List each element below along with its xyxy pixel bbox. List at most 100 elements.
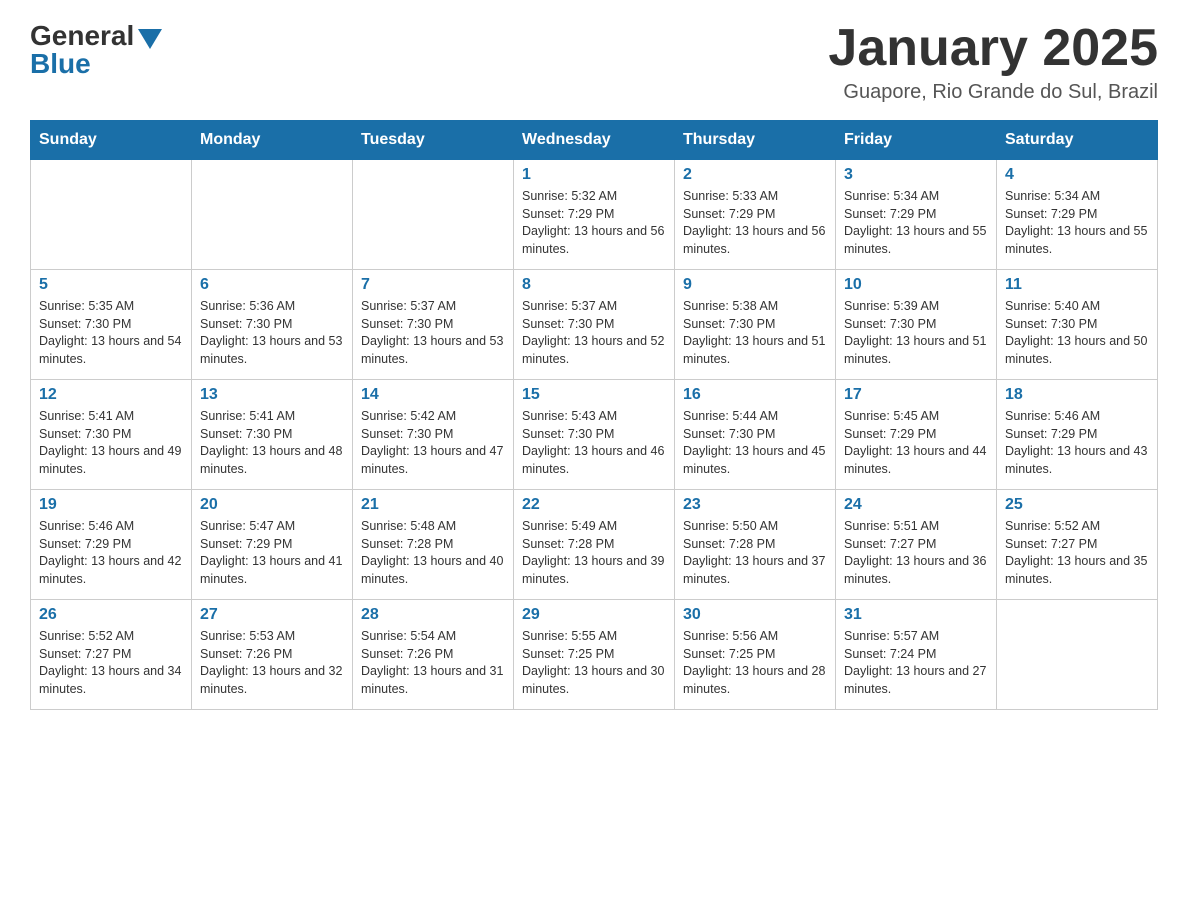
col-thursday: Thursday	[675, 121, 836, 160]
day-cell	[997, 600, 1158, 710]
day-info: Sunrise: 5:49 AMSunset: 7:28 PMDaylight:…	[522, 518, 666, 588]
day-cell: 22 Sunrise: 5:49 AMSunset: 7:28 PMDayligh…	[514, 490, 675, 600]
day-number: 14	[361, 386, 505, 404]
day-cell: 11 Sunrise: 5:40 AMSunset: 7:30 PMDayligh…	[997, 270, 1158, 380]
day-cell: 25 Sunrise: 5:52 AMSunset: 7:27 PMDayligh…	[997, 490, 1158, 600]
day-info: Sunrise: 5:40 AMSunset: 7:30 PMDaylight:…	[1005, 298, 1149, 368]
day-info: Sunrise: 5:57 AMSunset: 7:24 PMDaylight:…	[844, 628, 988, 698]
day-info: Sunrise: 5:39 AMSunset: 7:30 PMDaylight:…	[844, 298, 988, 368]
day-info: Sunrise: 5:52 AMSunset: 7:27 PMDaylight:…	[1005, 518, 1149, 588]
day-cell	[353, 160, 514, 270]
day-cell: 2 Sunrise: 5:33 AMSunset: 7:29 PMDaylight…	[675, 160, 836, 270]
col-monday: Monday	[192, 121, 353, 160]
day-number: 5	[39, 276, 183, 294]
day-info: Sunrise: 5:45 AMSunset: 7:29 PMDaylight:…	[844, 408, 988, 478]
day-info: Sunrise: 5:50 AMSunset: 7:28 PMDaylight:…	[683, 518, 827, 588]
day-cell: 6Sunrise: 5:36 AMSunset: 7:30 PMDaylight…	[192, 270, 353, 380]
day-cell	[192, 160, 353, 270]
day-cell: 24 Sunrise: 5:51 AMSunset: 7:27 PMDayligh…	[836, 490, 997, 600]
day-info: Sunrise: 5:53 AMSunset: 7:26 PMDaylight:…	[200, 628, 344, 698]
week-row-5: 26Sunrise: 5:52 AMSunset: 7:27 PMDayligh…	[31, 600, 1158, 710]
day-cell: 14 Sunrise: 5:42 AMSunset: 7:30 PMDayligh…	[353, 380, 514, 490]
day-info: Sunrise: 5:38 AMSunset: 7:30 PMDaylight:…	[683, 298, 827, 368]
day-info: Sunrise: 5:47 AMSunset: 7:29 PMDaylight:…	[200, 518, 344, 588]
day-number: 9	[683, 276, 827, 294]
day-cell: 31 Sunrise: 5:57 AMSunset: 7:24 PMDayligh…	[836, 600, 997, 710]
day-cell: 15Sunrise: 5:43 AMSunset: 7:30 PMDayligh…	[514, 380, 675, 490]
day-number: 12	[39, 386, 183, 404]
day-info: Sunrise: 5:51 AMSunset: 7:27 PMDaylight:…	[844, 518, 988, 588]
day-info: Sunrise: 5:55 AMSunset: 7:25 PMDaylight:…	[522, 628, 666, 698]
day-number: 19	[39, 496, 183, 514]
day-number: 11	[1005, 276, 1149, 294]
day-cell: 1Sunrise: 5:32 AMSunset: 7:29 PMDaylight…	[514, 160, 675, 270]
day-cell	[31, 160, 192, 270]
day-number: 24	[844, 496, 988, 514]
month-title: January 2025	[828, 20, 1158, 77]
day-info: Sunrise: 5:34 AMSunset: 7:29 PMDaylight:…	[844, 188, 988, 258]
day-number: 29	[522, 606, 666, 624]
day-cell: 5 Sunrise: 5:35 AMSunset: 7:30 PMDaylight…	[31, 270, 192, 380]
day-cell: 21 Sunrise: 5:48 AMSunset: 7:28 PMDayligh…	[353, 490, 514, 600]
day-number: 26	[39, 606, 183, 624]
day-number: 1	[522, 166, 666, 184]
day-cell: 16 Sunrise: 5:44 AMSunset: 7:30 PMDayligh…	[675, 380, 836, 490]
day-number: 8	[522, 276, 666, 294]
day-cell: 26Sunrise: 5:52 AMSunset: 7:27 PMDayligh…	[31, 600, 192, 710]
day-number: 10	[844, 276, 988, 294]
day-number: 18	[1005, 386, 1149, 404]
day-cell: 7 Sunrise: 5:37 AMSunset: 7:30 PMDaylight…	[353, 270, 514, 380]
day-cell: 19 Sunrise: 5:46 AMSunset: 7:29 PMDayligh…	[31, 490, 192, 600]
day-info: Sunrise: 5:48 AMSunset: 7:28 PMDaylight:…	[361, 518, 505, 588]
day-number: 27	[200, 606, 344, 624]
day-cell: 12 Sunrise: 5:41 AMSunset: 7:30 PMDayligh…	[31, 380, 192, 490]
day-cell: 30Sunrise: 5:56 AMSunset: 7:25 PMDayligh…	[675, 600, 836, 710]
day-cell: 17 Sunrise: 5:45 AMSunset: 7:29 PMDayligh…	[836, 380, 997, 490]
day-cell: 8 Sunrise: 5:37 AMSunset: 7:30 PMDaylight…	[514, 270, 675, 380]
day-cell: 4Sunrise: 5:34 AMSunset: 7:29 PMDaylight…	[997, 160, 1158, 270]
day-cell: 23 Sunrise: 5:50 AMSunset: 7:28 PMDayligh…	[675, 490, 836, 600]
day-number: 17	[844, 386, 988, 404]
logo: General Blue	[30, 20, 162, 80]
day-number: 31	[844, 606, 988, 624]
day-number: 21	[361, 496, 505, 514]
day-info: Sunrise: 5:41 AMSunset: 7:30 PMDaylight:…	[39, 408, 183, 478]
page-header: General Blue January 2025 Guapore, Rio G…	[30, 20, 1158, 104]
day-cell: 9 Sunrise: 5:38 AMSunset: 7:30 PMDaylight…	[675, 270, 836, 380]
col-saturday: Saturday	[997, 121, 1158, 160]
day-cell: 13Sunrise: 5:41 AMSunset: 7:30 PMDayligh…	[192, 380, 353, 490]
day-number: 16	[683, 386, 827, 404]
day-number: 2	[683, 166, 827, 184]
day-number: 28	[361, 606, 505, 624]
day-info: Sunrise: 5:37 AMSunset: 7:30 PMDaylight:…	[522, 298, 666, 368]
day-cell: 27 Sunrise: 5:53 AMSunset: 7:26 PMDayligh…	[192, 600, 353, 710]
calendar-body: 1Sunrise: 5:32 AMSunset: 7:29 PMDaylight…	[31, 160, 1158, 710]
logo-triangle-icon	[138, 29, 162, 49]
day-info: Sunrise: 5:42 AMSunset: 7:30 PMDaylight:…	[361, 408, 505, 478]
day-info: Sunrise: 5:46 AMSunset: 7:29 PMDaylight:…	[39, 518, 183, 588]
day-info: Sunrise: 5:56 AMSunset: 7:25 PMDaylight:…	[683, 628, 827, 698]
col-friday: Friday	[836, 121, 997, 160]
day-number: 25	[1005, 496, 1149, 514]
day-info: Sunrise: 5:44 AMSunset: 7:30 PMDaylight:…	[683, 408, 827, 478]
title-section: January 2025 Guapore, Rio Grande do Sul,…	[828, 20, 1158, 104]
week-row-1: 1Sunrise: 5:32 AMSunset: 7:29 PMDaylight…	[31, 160, 1158, 270]
day-cell: 10 Sunrise: 5:39 AMSunset: 7:30 PMDayligh…	[836, 270, 997, 380]
col-wednesday: Wednesday	[514, 121, 675, 160]
day-number: 7	[361, 276, 505, 294]
day-info: Sunrise: 5:37 AMSunset: 7:30 PMDaylight:…	[361, 298, 505, 368]
day-info: Sunrise: 5:36 AMSunset: 7:30 PMDaylight:…	[200, 298, 344, 368]
col-tuesday: Tuesday	[353, 121, 514, 160]
day-cell: 29 Sunrise: 5:55 AMSunset: 7:25 PMDayligh…	[514, 600, 675, 710]
day-info: Sunrise: 5:33 AMSunset: 7:29 PMDaylight:…	[683, 188, 827, 258]
day-info: Sunrise: 5:35 AMSunset: 7:30 PMDaylight:…	[39, 298, 183, 368]
calendar-table: Sunday Monday Tuesday Wednesday Thursday…	[30, 120, 1158, 710]
week-row-3: 12 Sunrise: 5:41 AMSunset: 7:30 PMDayligh…	[31, 380, 1158, 490]
day-number: 4	[1005, 166, 1149, 184]
day-number: 22	[522, 496, 666, 514]
location-subtitle: Guapore, Rio Grande do Sul, Brazil	[828, 81, 1158, 104]
day-number: 23	[683, 496, 827, 514]
day-info: Sunrise: 5:41 AMSunset: 7:30 PMDaylight:…	[200, 408, 344, 478]
week-row-4: 19 Sunrise: 5:46 AMSunset: 7:29 PMDayligh…	[31, 490, 1158, 600]
day-info: Sunrise: 5:43 AMSunset: 7:30 PMDaylight:…	[522, 408, 666, 478]
